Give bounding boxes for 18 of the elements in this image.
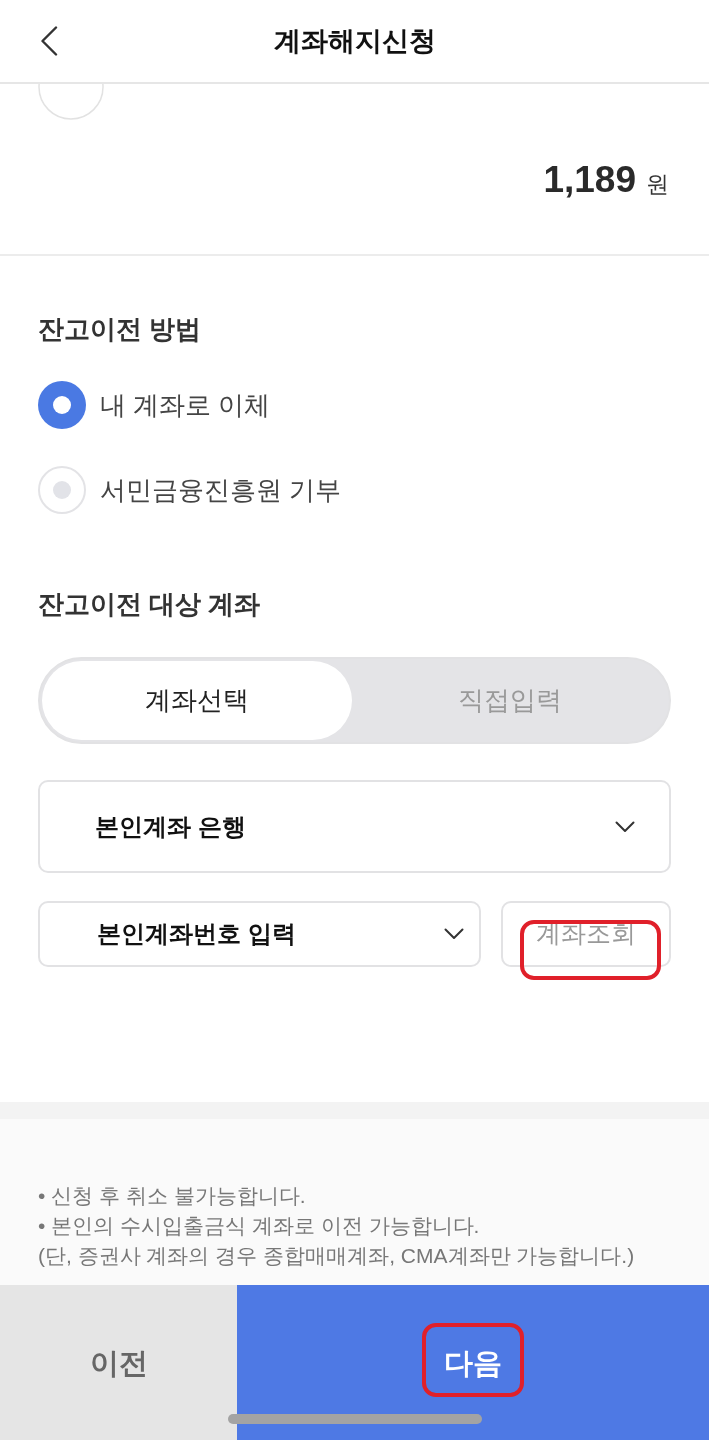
next-button[interactable]: 다음 [237,1285,709,1440]
currency-unit: 원 [646,173,669,196]
notice-text: • 신청 후 취소 불가능합니다. [38,1183,307,1209]
radio-option[interactable]: 내 계좌로 이체 [38,381,671,429]
section-title: 잔고이전 방법 [38,313,203,346]
chevron-down-icon [444,928,464,940]
previous-button[interactable]: 이전 [0,1285,237,1440]
chevron-down-icon [615,820,635,833]
radio-option[interactable]: 서민금융진흥원 기부 [38,466,671,514]
notice-text: (단, 증권사 계좌의 경우 종합매매계좌, CMA계좌만 가능합니다.) [38,1243,636,1269]
account-number-select[interactable]: 본인계좌번호 입력 [38,901,481,967]
balance-amount: 1,189 [543,161,636,198]
notice-text: • 본인의 수시입출금식 계좌로 이전 가능합니다. [38,1213,481,1239]
back-icon [40,26,58,56]
bank-select[interactable]: 본인계좌 은행 [38,780,671,873]
section-title: 잔고이전 대상 계좌 [38,588,262,621]
page-title: 계좌해지신청 [272,27,437,55]
segment-tab[interactable]: 계좌선택 [42,661,352,740]
